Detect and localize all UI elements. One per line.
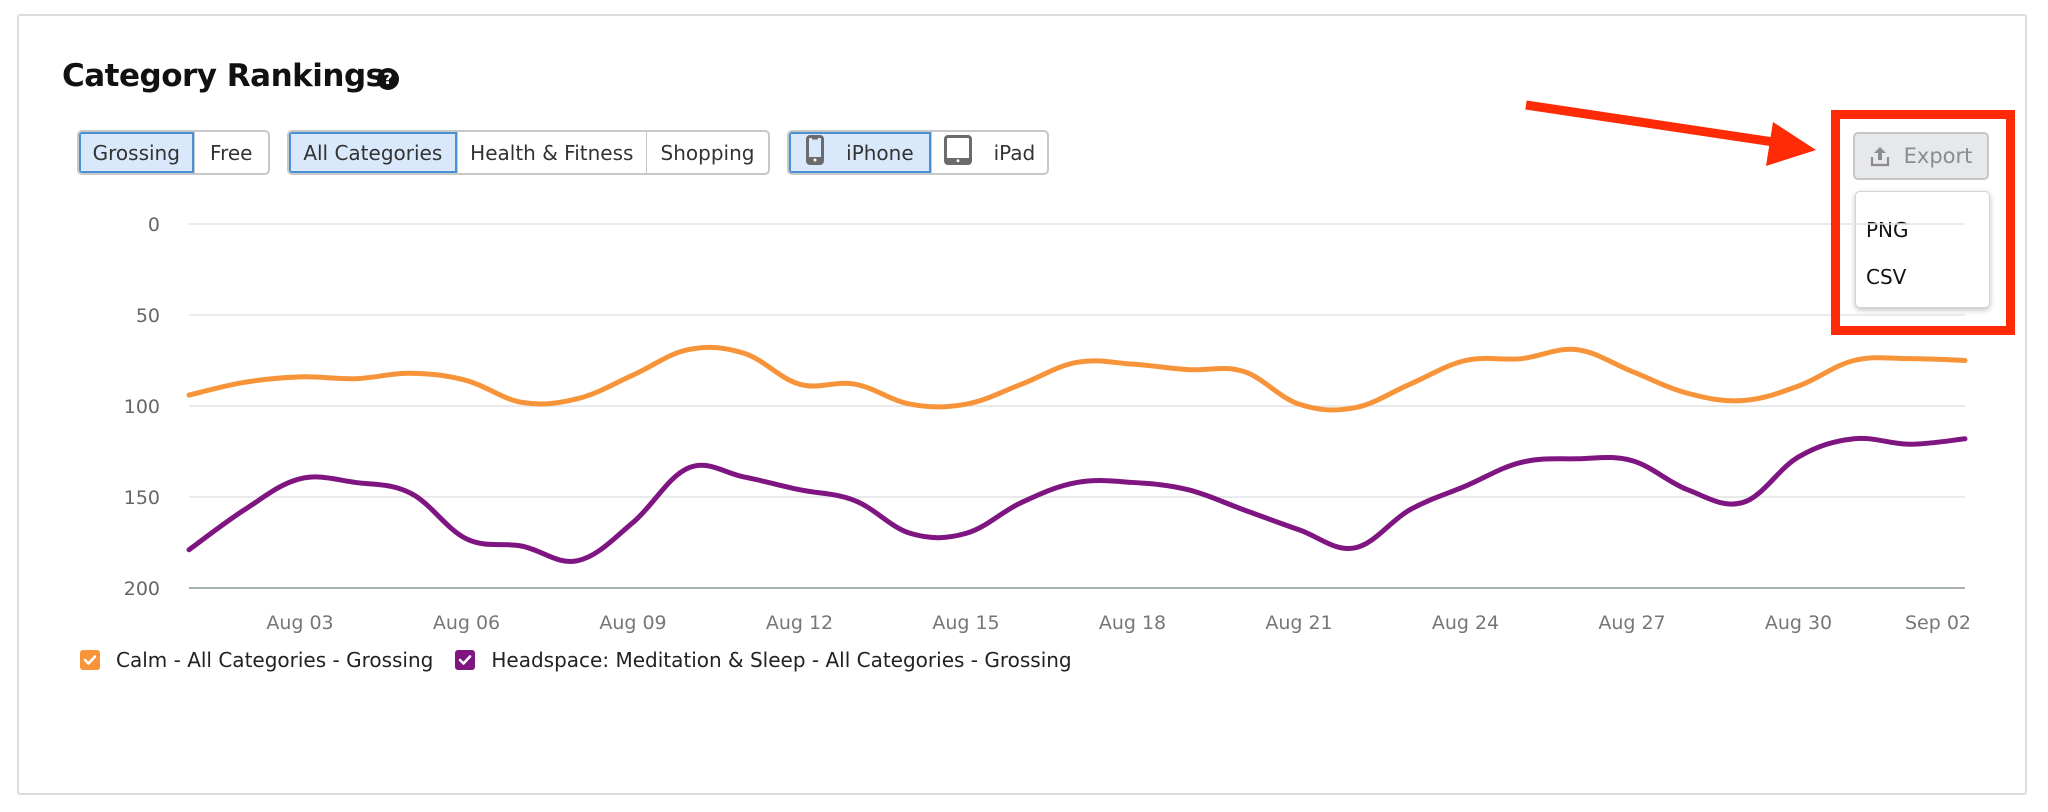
y-tick-label: 200 <box>124 578 160 600</box>
rankings-chart: 0 50 100 150 200 Aug 03 Aug 06 Aug 09 Au… <box>124 214 1971 634</box>
legend-label: Headspace: Meditation & Sleep - All Cate… <box>491 648 1072 672</box>
y-tick-label: 150 <box>124 487 160 509</box>
x-tick-label: Aug 30 <box>1765 612 1832 634</box>
x-tick-label: Aug 15 <box>932 612 999 634</box>
x-tick-label: Aug 09 <box>599 612 666 634</box>
calm-series-line[interactable] <box>186 344 1968 413</box>
legend-item-calm[interactable]: Calm - All Categories - Grossing <box>80 648 433 672</box>
x-tick-label: Aug 18 <box>1099 612 1166 634</box>
y-tick-label: 50 <box>136 305 160 327</box>
x-tick-label: Aug 06 <box>433 612 500 634</box>
checkbox-checked-icon[interactable] <box>455 650 476 670</box>
y-tick-label: 100 <box>124 396 160 418</box>
y-tick-label: 0 <box>148 214 160 236</box>
x-tick-label: Sep 02 <box>1905 612 1971 634</box>
y-axis-ticks: 0 50 100 150 200 <box>124 214 160 600</box>
x-tick-label: Aug 21 <box>1265 612 1332 634</box>
legend-item-headspace[interactable]: Headspace: Meditation & Sleep - All Cate… <box>455 648 1072 672</box>
x-tick-label: Aug 03 <box>266 612 333 634</box>
x-tick-label: Aug 24 <box>1432 612 1499 634</box>
headspace-series-line[interactable] <box>186 435 1968 564</box>
x-tick-label: Aug 12 <box>766 612 833 634</box>
checkbox-checked-icon[interactable] <box>80 650 100 670</box>
x-tick-label: Aug 27 <box>1598 612 1665 634</box>
legend-label: Calm - All Categories - Grossing <box>116 648 434 672</box>
series-lines <box>186 344 1968 564</box>
chart-legend: Calm - All Categories - Grossing Headspa… <box>80 648 1094 672</box>
x-axis-ticks: Aug 03 Aug 06 Aug 09 Aug 12 Aug 15 Aug 1… <box>266 612 1971 634</box>
